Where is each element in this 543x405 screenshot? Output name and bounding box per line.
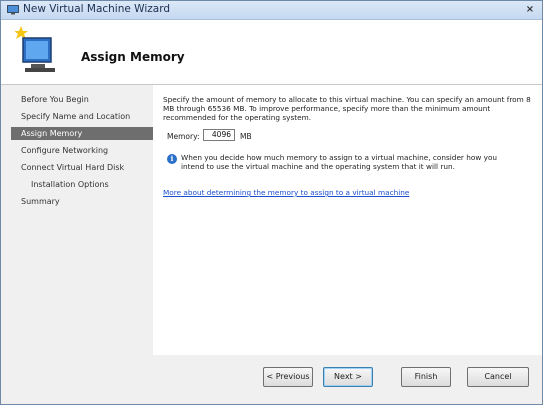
page-title: Assign Memory — [81, 50, 185, 64]
finish-button[interactable]: Finish — [401, 367, 451, 387]
content-panel: Specify the amount of memory to allocate… — [153, 85, 542, 355]
window-title: New Virtual Machine Wizard — [23, 3, 170, 15]
nav-item-before-you-begin[interactable]: Before You Begin — [11, 93, 153, 106]
memory-description: Specify the amount of memory to allocate… — [163, 95, 531, 122]
close-icon[interactable]: × — [524, 4, 536, 16]
memory-input[interactable]: 4096 — [203, 129, 235, 141]
next-button[interactable]: Next > — [323, 367, 373, 387]
cancel-button[interactable]: Cancel — [467, 367, 529, 387]
wizard-steps-nav: Before You Begin Specify Name and Locati… — [11, 93, 153, 393]
nav-item-installation-options[interactable]: Installation Options — [11, 178, 153, 191]
wizard-window: New Virtual Machine Wizard × Assign Memo… — [0, 0, 543, 405]
memory-label: Memory: — [167, 132, 200, 141]
nav-item-assign-memory[interactable]: Assign Memory — [11, 127, 153, 140]
nav-item-connect-virtual-hard-disk[interactable]: Connect Virtual Hard Disk — [11, 161, 153, 174]
memory-info-text: When you decide how much memory to assig… — [181, 153, 498, 171]
more-about-memory-link[interactable]: More about determining the memory to ass… — [163, 188, 409, 197]
title-bar[interactable]: New Virtual Machine Wizard × — [1, 1, 542, 20]
nav-item-configure-networking[interactable]: Configure Networking — [11, 144, 153, 157]
previous-button[interactable]: < Previous — [263, 367, 313, 387]
info-icon: i — [167, 154, 177, 164]
computer-wizard-icon — [15, 26, 55, 72]
wizard-app-icon — [7, 5, 19, 15]
nav-item-specify-name-location[interactable]: Specify Name and Location — [11, 110, 153, 123]
memory-unit-label: MB — [240, 132, 252, 141]
wizard-header: Assign Memory — [1, 20, 542, 85]
nav-item-summary[interactable]: Summary — [11, 195, 153, 208]
